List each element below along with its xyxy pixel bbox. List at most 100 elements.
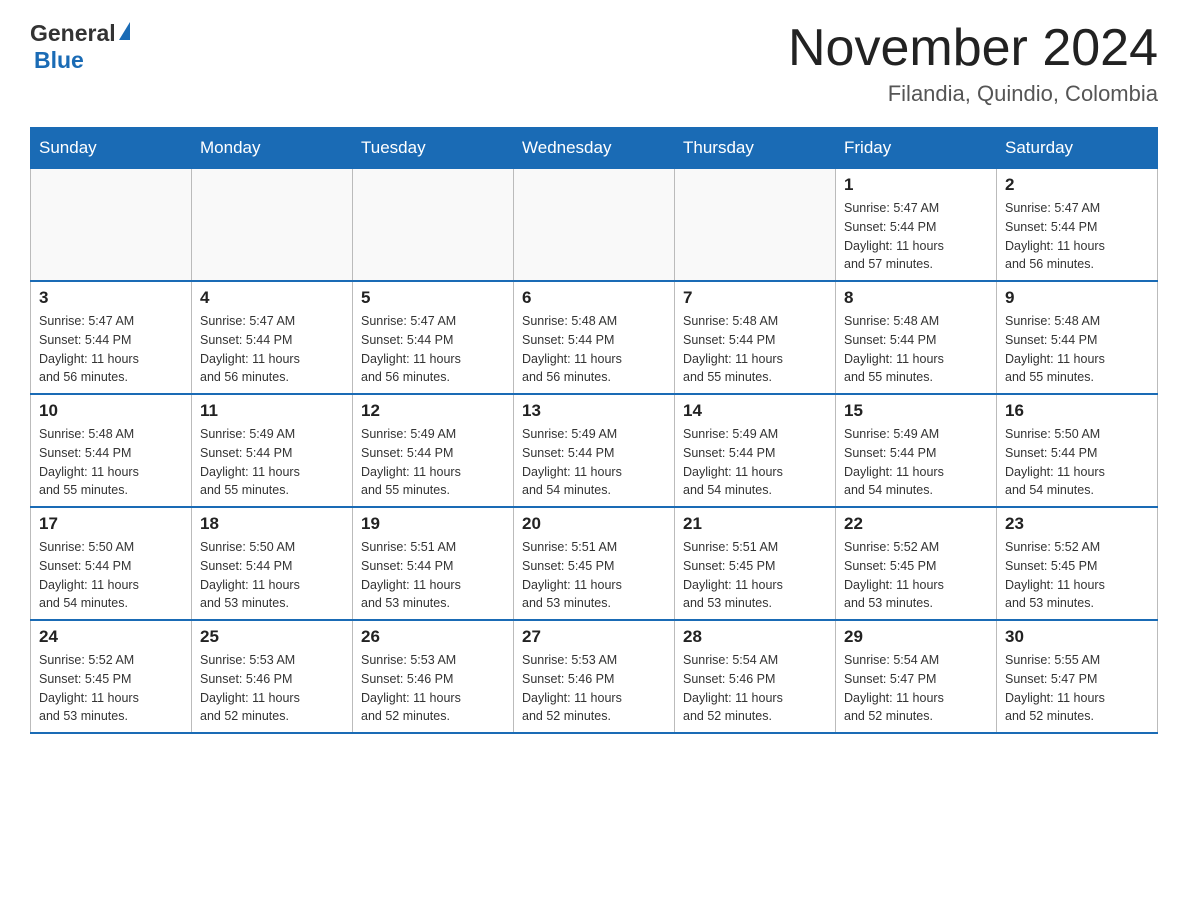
- location-subtitle: Filandia, Quindio, Colombia: [788, 81, 1158, 107]
- calendar-week-row: 10 Sunrise: 5:48 AMSunset: 5:44 PMDayligh…: [31, 394, 1158, 507]
- day-number: 7: [683, 288, 827, 308]
- day-info: Sunrise: 5:49 AMSunset: 5:44 PMDaylight:…: [683, 425, 827, 500]
- table-row: 26 Sunrise: 5:53 AMSunset: 5:46 PMDayligh…: [353, 620, 514, 733]
- day-info: Sunrise: 5:47 AMSunset: 5:44 PMDaylight:…: [200, 312, 344, 387]
- day-number: 17: [39, 514, 183, 534]
- day-number: 10: [39, 401, 183, 421]
- day-number: 16: [1005, 401, 1149, 421]
- header-saturday: Saturday: [997, 128, 1158, 169]
- table-row: 30Sunrise: 5:55 AMSunset: 5:47 PMDayligh…: [997, 620, 1158, 733]
- day-number: 4: [200, 288, 344, 308]
- table-row: 4 Sunrise: 5:47 AMSunset: 5:44 PMDaylight…: [192, 281, 353, 394]
- day-info: Sunrise: 5:48 AMSunset: 5:44 PMDaylight:…: [683, 312, 827, 387]
- table-row: 9 Sunrise: 5:48 AMSunset: 5:44 PMDaylight…: [997, 281, 1158, 394]
- day-number: 1: [844, 175, 988, 195]
- table-row: 6 Sunrise: 5:48 AMSunset: 5:44 PMDaylight…: [514, 281, 675, 394]
- day-info: Sunrise: 5:47 AMSunset: 5:44 PMDaylight:…: [39, 312, 183, 387]
- table-row: 14Sunrise: 5:49 AMSunset: 5:44 PMDayligh…: [675, 394, 836, 507]
- table-row: 3Sunrise: 5:47 AMSunset: 5:44 PMDaylight…: [31, 281, 192, 394]
- day-info: Sunrise: 5:51 AMSunset: 5:45 PMDaylight:…: [683, 538, 827, 613]
- day-info: Sunrise: 5:49 AMSunset: 5:44 PMDaylight:…: [522, 425, 666, 500]
- day-info: Sunrise: 5:53 AMSunset: 5:46 PMDaylight:…: [200, 651, 344, 726]
- table-row: 25 Sunrise: 5:53 AMSunset: 5:46 PMDayligh…: [192, 620, 353, 733]
- day-number: 25: [200, 627, 344, 647]
- day-number: 15: [844, 401, 988, 421]
- table-row: 15 Sunrise: 5:49 AMSunset: 5:44 PMDayligh…: [836, 394, 997, 507]
- logo-blue-text: Blue: [34, 47, 84, 73]
- day-info: Sunrise: 5:50 AMSunset: 5:44 PMDaylight:…: [1005, 425, 1149, 500]
- day-number: 24: [39, 627, 183, 647]
- day-number: 27: [522, 627, 666, 647]
- table-row: 23 Sunrise: 5:52 AMSunset: 5:45 PMDayligh…: [997, 507, 1158, 620]
- table-row: 21 Sunrise: 5:51 AMSunset: 5:45 PMDayligh…: [675, 507, 836, 620]
- header-wednesday: Wednesday: [514, 128, 675, 169]
- day-number: 6: [522, 288, 666, 308]
- day-info: Sunrise: 5:49 AMSunset: 5:44 PMDaylight:…: [844, 425, 988, 500]
- page-header: General Blue November 2024 Filandia, Qui…: [30, 20, 1158, 107]
- day-info: Sunrise: 5:52 AMSunset: 5:45 PMDaylight:…: [1005, 538, 1149, 613]
- day-info: Sunrise: 5:51 AMSunset: 5:45 PMDaylight:…: [522, 538, 666, 613]
- table-row: 22 Sunrise: 5:52 AMSunset: 5:45 PMDayligh…: [836, 507, 997, 620]
- day-info: Sunrise: 5:47 AMSunset: 5:44 PMDaylight:…: [844, 199, 988, 274]
- header-sunday: Sunday: [31, 128, 192, 169]
- day-number: 20: [522, 514, 666, 534]
- day-info: Sunrise: 5:50 AMSunset: 5:44 PMDaylight:…: [39, 538, 183, 613]
- day-info: Sunrise: 5:53 AMSunset: 5:46 PMDaylight:…: [522, 651, 666, 726]
- day-number: 30: [1005, 627, 1149, 647]
- day-number: 26: [361, 627, 505, 647]
- table-row: [514, 169, 675, 282]
- day-number: 13: [522, 401, 666, 421]
- day-info: Sunrise: 5:47 AMSunset: 5:44 PMDaylight:…: [361, 312, 505, 387]
- table-row: 29 Sunrise: 5:54 AMSunset: 5:47 PMDayligh…: [836, 620, 997, 733]
- table-row: 18Sunrise: 5:50 AMSunset: 5:44 PMDayligh…: [192, 507, 353, 620]
- table-row: [192, 169, 353, 282]
- day-number: 11: [200, 401, 344, 421]
- table-row: 10 Sunrise: 5:48 AMSunset: 5:44 PMDayligh…: [31, 394, 192, 507]
- day-info: Sunrise: 5:52 AMSunset: 5:45 PMDaylight:…: [39, 651, 183, 726]
- day-number: 21: [683, 514, 827, 534]
- day-info: Sunrise: 5:48 AMSunset: 5:44 PMDaylight:…: [522, 312, 666, 387]
- table-row: [353, 169, 514, 282]
- day-number: 9: [1005, 288, 1149, 308]
- logo-general-text: General: [30, 20, 116, 47]
- day-info: Sunrise: 5:54 AMSunset: 5:46 PMDaylight:…: [683, 651, 827, 726]
- day-number: 22: [844, 514, 988, 534]
- table-row: 11Sunrise: 5:49 AMSunset: 5:44 PMDayligh…: [192, 394, 353, 507]
- day-info: Sunrise: 5:51 AMSunset: 5:44 PMDaylight:…: [361, 538, 505, 613]
- table-row: 7 Sunrise: 5:48 AMSunset: 5:44 PMDaylight…: [675, 281, 836, 394]
- title-section: November 2024 Filandia, Quindio, Colombi…: [788, 20, 1158, 107]
- day-info: Sunrise: 5:53 AMSunset: 5:46 PMDaylight:…: [361, 651, 505, 726]
- day-info: Sunrise: 5:52 AMSunset: 5:45 PMDaylight:…: [844, 538, 988, 613]
- day-number: 29: [844, 627, 988, 647]
- table-row: 13 Sunrise: 5:49 AMSunset: 5:44 PMDayligh…: [514, 394, 675, 507]
- table-row: 1 Sunrise: 5:47 AMSunset: 5:44 PMDaylight…: [836, 169, 997, 282]
- table-row: [675, 169, 836, 282]
- day-number: 23: [1005, 514, 1149, 534]
- calendar-header-row: Sunday Monday Tuesday Wednesday Thursday…: [31, 128, 1158, 169]
- calendar-week-row: 17 Sunrise: 5:50 AMSunset: 5:44 PMDayligh…: [31, 507, 1158, 620]
- table-row: 17 Sunrise: 5:50 AMSunset: 5:44 PMDayligh…: [31, 507, 192, 620]
- day-info: Sunrise: 5:47 AMSunset: 5:44 PMDaylight:…: [1005, 199, 1149, 274]
- day-number: 2: [1005, 175, 1149, 195]
- calendar-week-row: 1 Sunrise: 5:47 AMSunset: 5:44 PMDaylight…: [31, 169, 1158, 282]
- day-info: Sunrise: 5:48 AMSunset: 5:44 PMDaylight:…: [39, 425, 183, 500]
- table-row: 5Sunrise: 5:47 AMSunset: 5:44 PMDaylight…: [353, 281, 514, 394]
- logo: General Blue: [30, 20, 130, 74]
- table-row: 12 Sunrise: 5:49 AMSunset: 5:44 PMDayligh…: [353, 394, 514, 507]
- day-number: 12: [361, 401, 505, 421]
- table-row: 8Sunrise: 5:48 AMSunset: 5:44 PMDaylight…: [836, 281, 997, 394]
- day-number: 18: [200, 514, 344, 534]
- calendar-week-row: 24 Sunrise: 5:52 AMSunset: 5:45 PMDayligh…: [31, 620, 1158, 733]
- table-row: 2 Sunrise: 5:47 AMSunset: 5:44 PMDaylight…: [997, 169, 1158, 282]
- calendar-week-row: 3Sunrise: 5:47 AMSunset: 5:44 PMDaylight…: [31, 281, 1158, 394]
- calendar-table: Sunday Monday Tuesday Wednesday Thursday…: [30, 127, 1158, 734]
- day-info: Sunrise: 5:48 AMSunset: 5:44 PMDaylight:…: [1005, 312, 1149, 387]
- table-row: 27 Sunrise: 5:53 AMSunset: 5:46 PMDayligh…: [514, 620, 675, 733]
- table-row: 16 Sunrise: 5:50 AMSunset: 5:44 PMDayligh…: [997, 394, 1158, 507]
- header-thursday: Thursday: [675, 128, 836, 169]
- day-info: Sunrise: 5:49 AMSunset: 5:44 PMDaylight:…: [361, 425, 505, 500]
- day-number: 28: [683, 627, 827, 647]
- day-info: Sunrise: 5:54 AMSunset: 5:47 PMDaylight:…: [844, 651, 988, 726]
- table-row: 19Sunrise: 5:51 AMSunset: 5:44 PMDayligh…: [353, 507, 514, 620]
- header-tuesday: Tuesday: [353, 128, 514, 169]
